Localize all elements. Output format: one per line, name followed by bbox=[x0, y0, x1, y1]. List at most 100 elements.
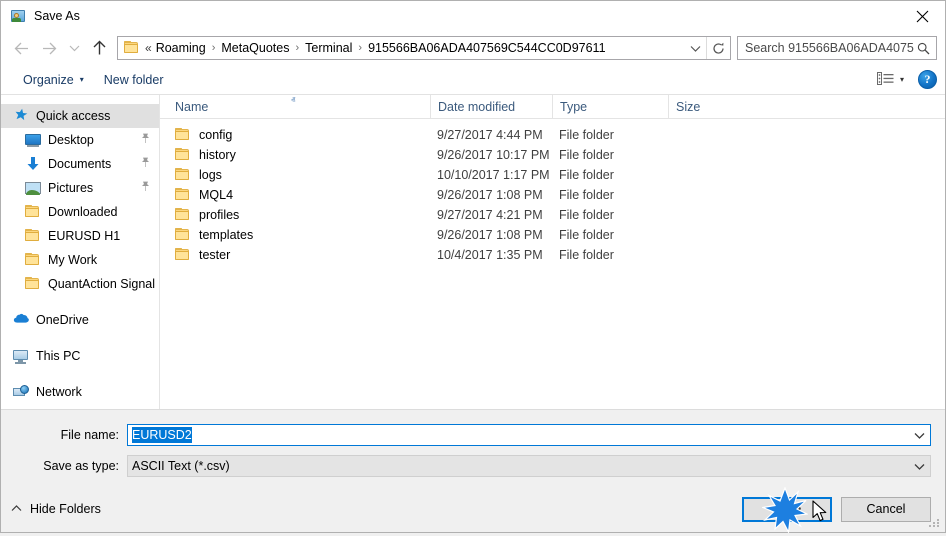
file-rows: config 9/27/2017 4:44 PM File folder his… bbox=[160, 119, 945, 409]
back-button[interactable] bbox=[7, 35, 35, 61]
file-name: config bbox=[199, 128, 233, 142]
organize-button[interactable]: Organize ▾ bbox=[15, 70, 92, 90]
sidebar-item-network[interactable]: Network bbox=[1, 380, 159, 404]
table-row[interactable]: MQL4 9/26/2017 1:08 PM File folder bbox=[160, 185, 945, 205]
desktop-icon bbox=[25, 132, 41, 148]
table-row[interactable]: templates 9/26/2017 1:08 PM File folder bbox=[160, 225, 945, 245]
breadcrumb-item-metaquotes[interactable]: MetaQuotes bbox=[220, 41, 290, 55]
column-header-name[interactable]: Name ⱏ bbox=[168, 95, 430, 118]
folder-icon bbox=[25, 252, 41, 269]
title-bar: Save As bbox=[1, 1, 945, 31]
sidebar-divider bbox=[1, 296, 159, 308]
file-name-cell: config bbox=[168, 128, 430, 142]
file-name-cell: logs bbox=[168, 168, 430, 182]
search-icon[interactable] bbox=[914, 42, 932, 55]
up-button[interactable] bbox=[85, 35, 113, 61]
file-name-cell: templates bbox=[168, 228, 430, 242]
breadcrumb-prefix[interactable]: « bbox=[145, 41, 155, 55]
chevron-down-icon[interactable] bbox=[910, 432, 928, 439]
save-as-type-select[interactable]: ASCII Text (*.csv) bbox=[127, 455, 931, 477]
sidebar-item-eurusd-h1[interactable]: EURUSD H1 bbox=[1, 224, 159, 248]
column-header-label: Size bbox=[676, 99, 701, 114]
sidebar-item-downloaded[interactable]: Downloaded bbox=[1, 200, 159, 224]
sidebar-item-quantaction-signal[interactable]: QuantAction Signal bbox=[1, 272, 159, 296]
column-header-type[interactable]: Type bbox=[552, 95, 668, 118]
sidebar-item-my-work[interactable]: My Work bbox=[1, 248, 159, 272]
file-name: logs bbox=[199, 168, 222, 182]
file-date: 9/26/2017 1:08 PM bbox=[437, 188, 543, 202]
breadcrumb-item-current-folder[interactable]: 915566BA06ADA407569C544CC0D97611 bbox=[367, 41, 606, 55]
save-button[interactable]: Save bbox=[742, 496, 832, 522]
resize-grip-icon[interactable] bbox=[929, 517, 941, 529]
file-name: profiles bbox=[199, 208, 240, 222]
column-header-date-modified[interactable]: Date modified bbox=[430, 95, 552, 118]
onedrive-icon bbox=[13, 312, 29, 328]
sort-ascending-icon: ⱏ bbox=[291, 95, 296, 105]
breadcrumb-separator: › bbox=[358, 42, 363, 54]
sidebar-item-desktop[interactable]: Desktop bbox=[1, 128, 159, 152]
close-icon[interactable] bbox=[899, 1, 945, 31]
window-title: Save As bbox=[34, 9, 80, 23]
sidebar-item-label: EURUSD H1 bbox=[48, 229, 121, 243]
column-header-label: Date modified bbox=[438, 99, 516, 114]
file-type: File folder bbox=[559, 208, 614, 222]
pin-icon[interactable] bbox=[141, 181, 150, 195]
breadcrumb: « Roaming › MetaQuotes › Terminal › 9155… bbox=[145, 41, 607, 55]
sidebar-item-quick-access[interactable]: Quick access bbox=[1, 104, 159, 128]
sidebar-item-this-pc[interactable]: This PC bbox=[1, 344, 159, 368]
pin-icon[interactable] bbox=[141, 133, 150, 147]
file-name: history bbox=[199, 148, 236, 162]
column-header-size[interactable]: Size bbox=[668, 95, 748, 118]
chevron-down-icon[interactable] bbox=[910, 463, 928, 470]
sidebar-item-label: QuantAction Signal bbox=[48, 277, 156, 291]
this-pc-icon bbox=[13, 348, 29, 364]
file-name-cell: profiles bbox=[168, 208, 430, 222]
address-bar[interactable]: « Roaming › MetaQuotes › Terminal › 9155… bbox=[117, 36, 731, 60]
sidebar-item-label: Network bbox=[36, 385, 82, 399]
file-date: 9/26/2017 10:17 PM bbox=[437, 148, 550, 162]
file-type: File folder bbox=[559, 188, 614, 202]
forward-button[interactable] bbox=[35, 35, 63, 61]
save-as-type-row: Save as type: ASCII Text (*.csv) bbox=[1, 455, 931, 477]
chevron-down-icon[interactable] bbox=[684, 37, 706, 59]
view-options-button[interactable]: ▾ bbox=[873, 69, 908, 91]
file-type: File folder bbox=[559, 168, 614, 182]
recent-locations-button[interactable] bbox=[63, 35, 85, 61]
footer-buttons: Save Cancel bbox=[742, 496, 931, 522]
table-row[interactable]: tester 10/4/2017 1:35 PM File folder bbox=[160, 245, 945, 265]
file-type: File folder bbox=[559, 248, 614, 262]
search-input[interactable]: Search 915566BA06ADA40756... bbox=[737, 36, 937, 60]
save-as-type-label: Save as type: bbox=[43, 459, 119, 473]
chevron-down-icon: ▾ bbox=[79, 74, 84, 84]
hide-folders-button[interactable]: Hide Folders bbox=[11, 502, 101, 516]
file-name-value: EURUSD2 bbox=[132, 427, 192, 443]
pin-icon[interactable] bbox=[141, 157, 150, 171]
folder-icon bbox=[25, 228, 41, 245]
dialog-body: Quick access Desktop Documents Pictures … bbox=[1, 95, 945, 409]
file-name: tester bbox=[199, 248, 231, 262]
breadcrumb-item-roaming[interactable]: Roaming bbox=[155, 41, 207, 55]
column-header-label: Type bbox=[560, 99, 588, 114]
folder-icon bbox=[175, 148, 191, 162]
pictures-icon bbox=[25, 180, 41, 196]
refresh-icon[interactable] bbox=[706, 37, 730, 59]
table-row[interactable]: logs 10/10/2017 1:17 PM File folder bbox=[160, 165, 945, 185]
cancel-button[interactable]: Cancel bbox=[841, 496, 931, 522]
help-icon[interactable]: ? bbox=[918, 70, 937, 89]
sidebar-item-pictures[interactable]: Pictures bbox=[1, 176, 159, 200]
sidebar-item-onedrive[interactable]: OneDrive bbox=[1, 308, 159, 332]
file-name-input[interactable]: EURUSD2 bbox=[127, 424, 931, 446]
table-row[interactable]: history 9/26/2017 10:17 PM File folder bbox=[160, 145, 945, 165]
folder-icon bbox=[175, 228, 191, 242]
table-row[interactable]: config 9/27/2017 4:44 PM File folder bbox=[160, 125, 945, 145]
network-icon bbox=[13, 384, 29, 400]
file-list-pane: Name ⱏ Date modified Type Size config 9/… bbox=[160, 95, 945, 409]
new-folder-button[interactable]: New folder bbox=[96, 70, 172, 90]
file-name-cell: MQL4 bbox=[168, 188, 430, 202]
sidebar-item-documents[interactable]: Documents bbox=[1, 152, 159, 176]
organize-label: Organize bbox=[23, 72, 74, 87]
breadcrumb-item-terminal[interactable]: Terminal bbox=[304, 41, 353, 55]
folder-icon bbox=[175, 248, 191, 262]
file-name-cell: tester bbox=[168, 248, 430, 262]
table-row[interactable]: profiles 9/27/2017 4:21 PM File folder bbox=[160, 205, 945, 225]
